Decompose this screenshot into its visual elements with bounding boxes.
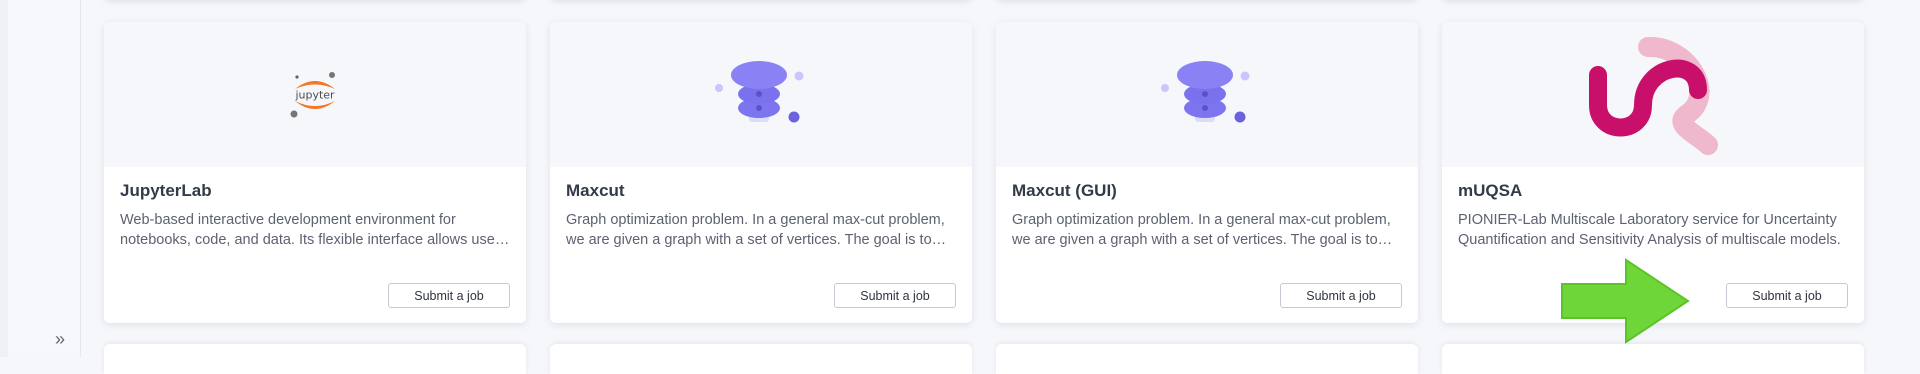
submit-job-button[interactable]: Submit a job: [834, 283, 956, 308]
quantum-stack-icon: [715, 60, 804, 122]
card-title: JupyterLab: [120, 181, 212, 200]
next-row-card: [104, 344, 526, 374]
next-row-card: [996, 344, 1418, 374]
card-description: PIONIER-Lab Multiscale Laboratory servic…: [1458, 212, 1841, 248]
submit-job-button[interactable]: Submit a job: [388, 283, 510, 308]
card-media: [996, 22, 1418, 167]
next-row-card: [550, 344, 972, 374]
jupyter-logo-icon: jupyter: [290, 71, 335, 117]
card-title: Maxcut (GUI): [1012, 181, 1117, 200]
left-rail: [0, 0, 8, 357]
next-row-card: [1442, 344, 1864, 374]
submit-job-button[interactable]: Submit a job: [1280, 283, 1402, 308]
sidebar-expand-button[interactable]: »: [44, 328, 74, 350]
service-card-maxcut[interactable]: Maxcut Graph optimization problem. In a …: [550, 22, 972, 323]
card-media: [550, 22, 972, 167]
card-description: Graph optimization problem. In a general…: [1012, 212, 1391, 248]
muqsa-logo-icon: [1589, 36, 1718, 155]
sidebar: »: [8, 0, 81, 357]
submit-job-button[interactable]: Submit a job: [1726, 283, 1848, 308]
green-arrow-icon: [1561, 258, 1690, 344]
card-title: Maxcut: [566, 181, 625, 200]
double-chevron-right-icon: »: [54, 328, 65, 349]
service-card-maxcut-gui[interactable]: Maxcut (GUI) Graph optimization problem.…: [996, 22, 1418, 323]
card-media: jupyter: [104, 22, 526, 167]
svg-text:jupyter: jupyter: [294, 88, 335, 101]
card-media: [1442, 22, 1864, 167]
card-title: mUQSA: [1458, 181, 1523, 200]
card-description: Web-based interactive development enviro…: [120, 212, 507, 248]
service-card-jupyterlab[interactable]: jupyter JupyterLab Web-based interactive…: [104, 22, 526, 323]
quantum-stack-icon: [1161, 60, 1250, 122]
card-description: Graph optimization problem. In a general…: [566, 212, 945, 248]
